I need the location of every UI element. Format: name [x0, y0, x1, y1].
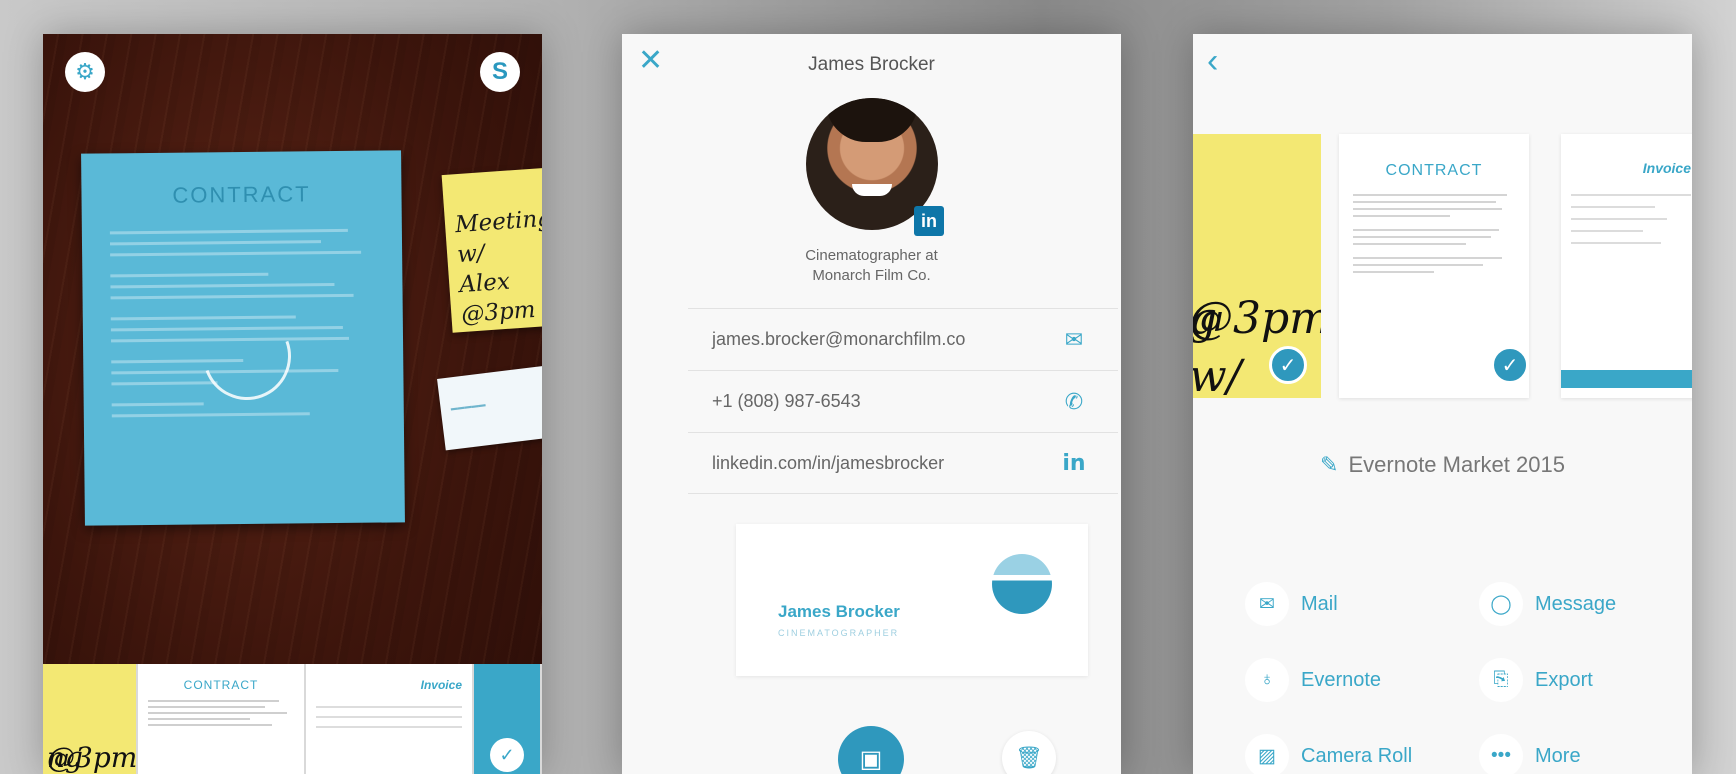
business-card: ▬▬▬▬▬: [437, 365, 542, 451]
share-message-label: Message: [1535, 592, 1617, 615]
tray-contract-thumbnail[interactable]: CONTRACT: [138, 664, 306, 774]
tray-sticky-thumbnail[interactable]: ng w/@3pm: [43, 664, 138, 774]
share-evernote-button[interactable]: ♁ Evernote: [1245, 658, 1381, 702]
contract-title: CONTRACT: [1385, 162, 1483, 179]
note-title: Evernote Market 2015: [1348, 452, 1565, 477]
evernote-icon: ♁: [1245, 658, 1289, 702]
contact-card-icon: ▣: [859, 745, 883, 773]
share-export-label: Export: [1535, 668, 1593, 691]
share-evernote-label: Evernote: [1301, 668, 1382, 691]
linkedin-icon[interactable]: in: [1054, 451, 1094, 476]
sticky-line-2: @3pm: [1193, 293, 1321, 344]
tray-invoice-title: Invoice: [420, 678, 462, 692]
email-value: james.brocker@monarchfilm.co: [712, 329, 966, 349]
contract-title: CONTRACT: [172, 181, 311, 208]
share-export-button[interactable]: ⎘ Export: [1479, 658, 1593, 702]
sticky-thumbnail[interactable]: g w/@3pm ✓: [1193, 134, 1321, 398]
pencil-icon[interactable]: ✎: [1320, 452, 1338, 477]
sticky-note: Meeting w/ Alex @3pm: [441, 167, 542, 333]
tray-contract-title: CONTRACT: [183, 678, 259, 692]
document-thumbnails: g w/@3pm ✓ CONTRACT ✓ Invoice: [1193, 134, 1692, 398]
share-more-button[interactable]: ••• More: [1479, 734, 1581, 774]
share-camera-roll-button[interactable]: ▨ Camera Roll: [1245, 734, 1412, 774]
more-dots-icon: •••: [1479, 734, 1523, 774]
photo-icon: ▨: [1245, 734, 1289, 774]
business-card-preview[interactable]: James Brocker CINEMATOGRAPHER: [736, 524, 1088, 676]
linkedin-badge-icon: in: [914, 206, 944, 236]
share-mail-label: Mail: [1301, 592, 1338, 615]
save-contact-button[interactable]: ▣: [838, 726, 904, 774]
share-mail-button[interactable]: ✉ Mail: [1245, 582, 1338, 626]
contact-job: Cinematographer at Monarch Film Co.: [622, 246, 1121, 286]
back-chevron-icon[interactable]: ‹: [1207, 42, 1218, 81]
linkedin-value: linkedin.com/in/jamesbrocker: [712, 452, 945, 473]
export-icon: ⎘: [1479, 658, 1523, 702]
captured-tray: ng w/@3pm CONTRACT Invoice ✓: [43, 664, 542, 774]
settings-gear-icon[interactable]: ⚙: [65, 52, 105, 92]
job-line-1: Cinematographer at: [805, 247, 938, 264]
mail-icon: ✉: [1245, 582, 1289, 626]
share-message-button[interactable]: ◯ Message: [1479, 582, 1616, 626]
scanner-screen: ⚙ S CONTRACT Meeting w/ Alex @3pm ▬▬▬▬▬ …: [43, 34, 542, 774]
phone-value: +1 (808) 987-6543: [712, 391, 861, 411]
invoice-title: Invoice: [1642, 160, 1691, 176]
delete-button[interactable]: 🗑: [1002, 731, 1056, 774]
contract-selected-check-icon[interactable]: ✓: [1491, 346, 1529, 384]
contact-name-title: James Brocker: [808, 54, 935, 75]
sticky-line-2: Alex @3pm: [458, 268, 537, 329]
message-bubble-icon: ◯: [1479, 582, 1523, 626]
card-logo-icon: [992, 554, 1052, 614]
share-screen: ‹ g w/@3pm ✓ CONTRACT ✓ Invoice ✎ Evernot…: [1193, 34, 1692, 774]
invoice-thumbnail[interactable]: Invoice: [1561, 134, 1692, 398]
contact-screen: ✕ James Brocker in Cinematographer at Mo…: [622, 34, 1121, 774]
tray-sticky-line-2: @3pm: [47, 741, 138, 774]
linkedin-row[interactable]: linkedin.com/in/jamesbrocker in: [688, 432, 1118, 494]
tray-confirm-tile[interactable]: ✓: [474, 664, 542, 774]
phone-row[interactable]: +1 (808) 987-6543 ✆: [688, 370, 1118, 432]
sticky-selected-check-icon[interactable]: ✓: [1269, 346, 1307, 384]
card-title: CINEMATOGRAPHER: [778, 628, 900, 638]
note-title-row[interactable]: ✎ Evernote Market 2015: [1193, 452, 1692, 478]
trash-icon: 🗑: [1015, 745, 1043, 770]
confirm-check-icon[interactable]: ✓: [490, 738, 524, 772]
share-camera-roll-label: Camera Roll: [1301, 744, 1413, 767]
phone-icon[interactable]: ✆: [1054, 389, 1094, 415]
share-more-label: More: [1535, 744, 1581, 767]
mail-icon[interactable]: ✉: [1054, 327, 1094, 353]
sticky-line-1: Meeting w/: [454, 205, 542, 269]
tray-invoice-thumbnail[interactable]: Invoice: [306, 664, 474, 774]
email-row[interactable]: james.brocker@monarchfilm.co ✉: [688, 308, 1118, 370]
contract-thumbnail[interactable]: CONTRACT ✓: [1339, 134, 1529, 398]
scannable-logo-icon[interactable]: S: [480, 52, 520, 92]
job-line-2: Monarch Film Co.: [812, 267, 931, 284]
